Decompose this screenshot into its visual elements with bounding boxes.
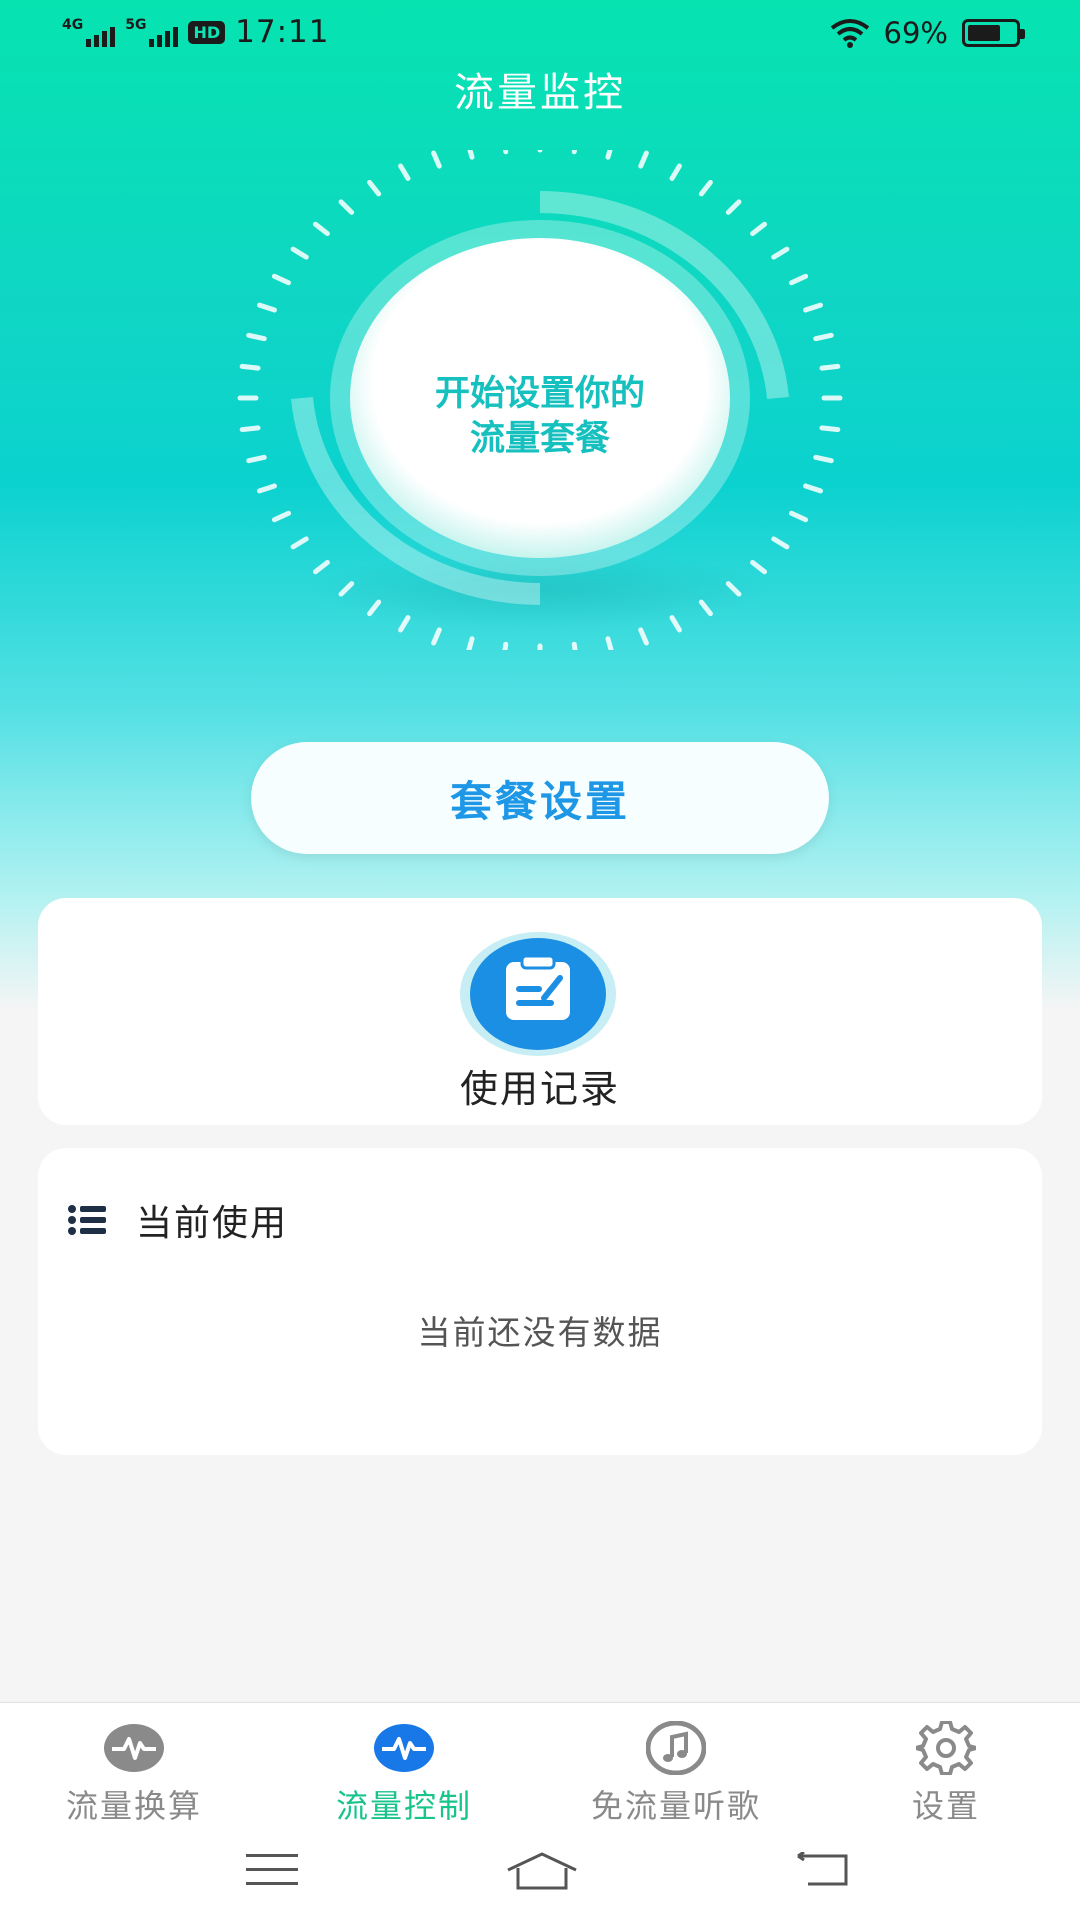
dial-tick: [605, 141, 615, 160]
tab-traffic-control[interactable]: 流量控制: [284, 1721, 524, 1827]
dial-tick: [367, 179, 382, 197]
system-nav-bar: [0, 1824, 1080, 1920]
dial-tick: [669, 163, 682, 181]
dial-tick: [256, 302, 277, 313]
dial-tick: [501, 641, 509, 661]
hd-voice-icon: HD: [188, 20, 226, 44]
dial-tick: [465, 636, 475, 655]
current-usage-title: 当前使用: [136, 1203, 289, 1244]
gear-icon: [916, 1721, 976, 1775]
dial-tick: [501, 135, 509, 155]
status-time: 17:11: [235, 14, 330, 50]
list-icon: [68, 1205, 106, 1235]
clipboard-icon: [460, 932, 616, 1056]
dial-tick: [571, 641, 579, 661]
tab-settings[interactable]: 设置: [826, 1721, 1066, 1827]
pulse-icon: [104, 1724, 164, 1772]
usage-records-card: 使用记录: [38, 898, 1042, 1125]
dial-tick: [750, 559, 768, 575]
back-icon[interactable]: [796, 1852, 850, 1888]
dial-tick: [750, 221, 768, 237]
music-icon: [646, 1721, 706, 1775]
dial-prompt-line2: 流量套餐: [469, 419, 610, 459]
current-usage-header: 当前使用: [68, 1194, 288, 1246]
plan-settings-button[interactable]: 套餐设置: [251, 742, 829, 854]
battery-percent: 69%: [883, 16, 948, 50]
dial-tick: [803, 302, 824, 313]
dial-prompt: 开始设置你的 流量套餐: [330, 372, 750, 462]
usage-records-button[interactable]: [460, 932, 616, 1056]
status-left: 4G 5G HD 17:11: [62, 14, 329, 50]
signal-4g-icon: 4G: [62, 17, 116, 47]
dial-tick: [803, 483, 824, 494]
tab-label: 流量换算: [65, 1787, 202, 1825]
tab-label: 设置: [911, 1787, 980, 1825]
dial-tick: [246, 332, 267, 342]
empty-state-text: 当前还没有数据: [417, 1313, 663, 1352]
dial-tick: [246, 454, 267, 464]
tab-free-music[interactable]: 免流量听歌: [556, 1721, 796, 1827]
status-right: 69%: [830, 16, 1025, 50]
dial-tick: [638, 627, 649, 646]
dial-tick: [398, 163, 411, 181]
dial-tick: [239, 363, 261, 371]
dial-tick: [698, 179, 713, 197]
current-usage-card: 当前使用 当前还没有数据: [38, 1148, 1042, 1455]
dial-tick: [312, 559, 330, 575]
dial-tick: [638, 150, 649, 169]
dial-tick: [338, 199, 355, 215]
dial-tick: [771, 536, 790, 550]
dial-tick: [312, 221, 330, 237]
dial-tick: [271, 273, 292, 286]
dial-tick: [819, 363, 841, 371]
wifi-icon: [830, 19, 869, 48]
tab-traffic-conversion[interactable]: 流量换算: [14, 1721, 254, 1827]
dial-tick: [813, 332, 834, 342]
dial-tick: [465, 141, 475, 160]
usage-records-label: 使用记录: [459, 1067, 620, 1111]
dial-tick: [771, 246, 790, 260]
dial-prompt-line1: 开始设置你的: [434, 374, 645, 414]
dial-tick: [571, 135, 579, 155]
dial-tick: [788, 273, 809, 286]
dial-tick: [271, 510, 292, 523]
battery-icon: [962, 19, 1025, 47]
dial-tick: [813, 454, 834, 464]
dial-tick: [256, 483, 277, 494]
home-icon[interactable]: [506, 1852, 578, 1892]
tab-label: 免流量听歌: [590, 1787, 761, 1825]
dial-tick: [725, 199, 742, 215]
dial-tick: [819, 425, 841, 433]
page-title: 流量监控: [454, 70, 626, 116]
tab-label: 流量控制: [335, 1787, 472, 1825]
dial-tick: [788, 510, 809, 523]
signal-5g-icon: 5G: [125, 17, 179, 47]
pulse-icon: [374, 1724, 434, 1772]
dial-tick: [605, 636, 615, 655]
menu-icon[interactable]: [246, 1852, 298, 1888]
bottom-nav: 流量换算 流量控制 免流量听歌 设置: [0, 1702, 1080, 1827]
dial-tick: [431, 627, 442, 646]
dial-tick: [239, 425, 261, 433]
dial-tick: [290, 246, 309, 260]
dial-tick: [431, 150, 442, 169]
dial-tick: [290, 536, 309, 550]
